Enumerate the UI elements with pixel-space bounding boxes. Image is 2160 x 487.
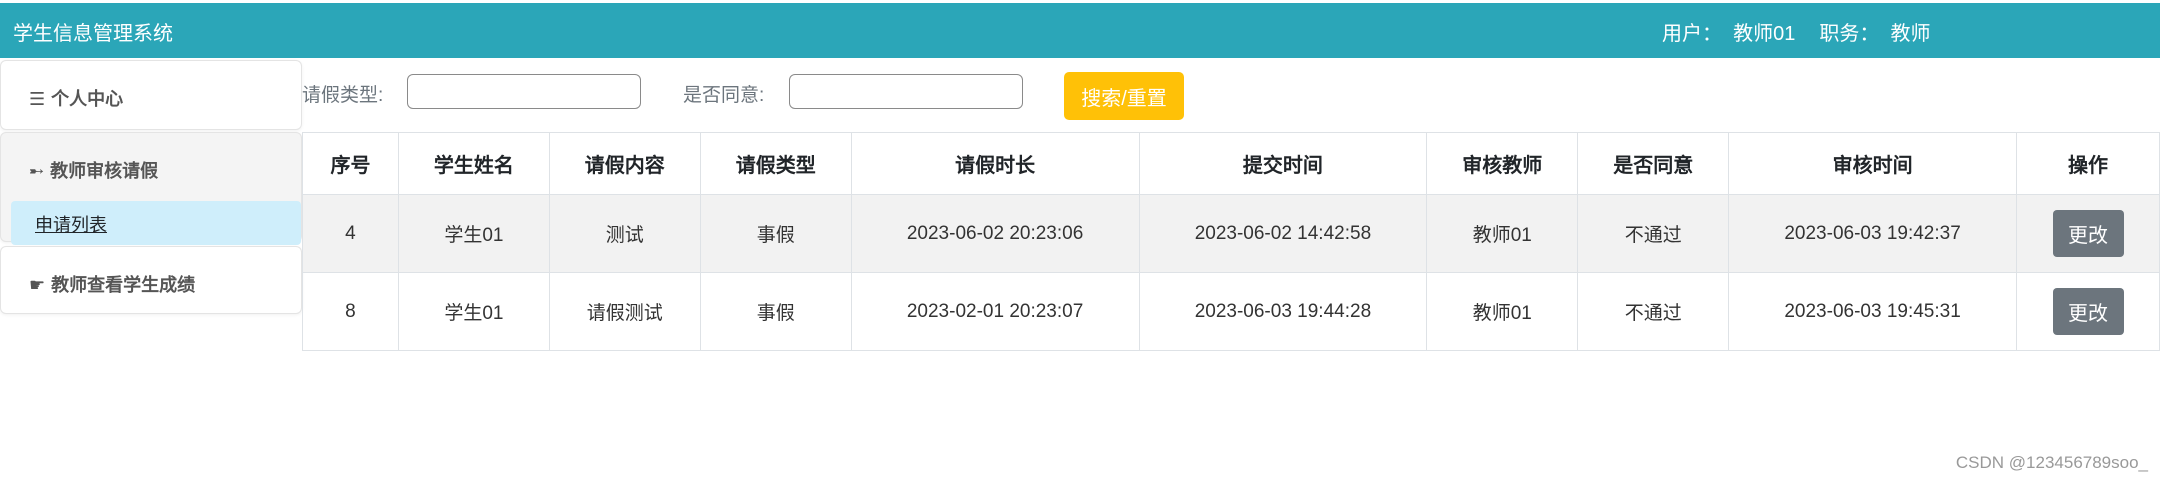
cell-leave-duration: 2023-06-02 20:23:06 (850, 194, 1140, 273)
table-row: 4 学生01 测试 事假 2023-06-02 20:23:06 2023-06… (302, 194, 2160, 273)
cell-leave-type: 事假 (699, 194, 852, 273)
user-info: 用户： 教师01 职务： 教师 (1662, 17, 1954, 46)
cell-leave-type: 事假 (699, 272, 852, 351)
filter-bar: 请假类型: 是否同意: 搜索/重置 (302, 58, 2160, 132)
arrow-icon: ➸ (29, 161, 45, 181)
cell-review-teacher: 教师01 (1426, 194, 1579, 273)
sidebar-item-label: 教师查看学生成绩 (51, 275, 196, 295)
column-header: 请假内容 (548, 132, 701, 195)
leave-type-input[interactable] (407, 74, 641, 109)
column-header: 操作 (2016, 132, 2160, 195)
approve-input[interactable] (789, 74, 1023, 109)
watermark: CSDN @123456789soo_ (1955, 453, 2148, 472)
table-header-row: 序号 学生姓名 请假内容 请假类型 请假时长 提交时间 审核教师 是否同意 审核… (302, 132, 2160, 195)
pointing-hand-icon: ☛ (29, 275, 46, 295)
user-name: 用户： 教师01 (1662, 23, 1796, 45)
cell-leave-content: 测试 (548, 194, 701, 273)
column-header: 请假类型 (699, 132, 852, 195)
column-header: 提交时间 (1138, 132, 1428, 195)
leave-type-label: 请假类型: (302, 85, 384, 106)
sidebar-item-label: 教师审核请假 (50, 161, 159, 181)
edit-button[interactable]: 更改 (2052, 210, 2124, 257)
column-header: 审核时间 (1728, 132, 2017, 195)
cell-student-name: 学生01 (397, 194, 550, 273)
cell-leave-content: 请假测试 (548, 272, 701, 351)
cell-action: 更改 (2016, 272, 2160, 351)
search-reset-button[interactable]: 搜索/重置 (1064, 72, 1184, 120)
column-header: 是否同意 (1577, 132, 1730, 195)
cell-index: 8 (302, 272, 399, 351)
column-header: 审核教师 (1426, 132, 1579, 195)
sidebar-item-student-scores[interactable]: ☛ 教师查看学生成绩 (0, 246, 302, 314)
cell-review-teacher: 教师01 (1426, 272, 1579, 351)
cell-index: 4 (302, 194, 399, 273)
sidebar-item-leave-review[interactable]: ➸ 教师审核请假 申请列表 (0, 132, 302, 245)
cell-leave-duration: 2023-02-01 20:23:07 (850, 272, 1140, 351)
column-header: 序号 (302, 132, 399, 195)
edit-button[interactable]: 更改 (2052, 288, 2124, 335)
sidebar-item-personal-center[interactable]: ☰ 个人中心 (0, 60, 302, 130)
cell-approved: 不通过 (1577, 272, 1730, 351)
cell-submit-time: 2023-06-02 14:42:58 (1138, 194, 1428, 273)
column-header: 请假时长 (850, 132, 1140, 195)
menu-icon: ☰ (29, 89, 46, 109)
cell-review-time: 2023-06-03 19:42:37 (1728, 194, 2017, 273)
cell-submit-time: 2023-06-03 19:44:28 (1138, 272, 1428, 351)
sidebar-subitem-label[interactable]: 申请列表 (35, 211, 107, 237)
leave-table: 序号 学生姓名 请假内容 请假类型 请假时长 提交时间 审核教师 是否同意 审核… (302, 132, 2160, 351)
sidebar-subitem-application-list[interactable]: 申请列表 (11, 201, 301, 245)
cell-action: 更改 (2016, 194, 2160, 273)
user-role: 职务： 教师 (1819, 23, 1931, 45)
cell-approved: 不通过 (1577, 194, 1730, 273)
table-row: 8 学生01 请假测试 事假 2023-02-01 20:23:07 2023-… (302, 272, 2160, 351)
sidebar-item-label: 个人中心 (51, 89, 124, 109)
column-header: 学生姓名 (397, 132, 550, 195)
approve-label: 是否同意: (683, 85, 765, 106)
cell-student-name: 学生01 (397, 272, 550, 351)
cell-review-time: 2023-06-03 19:45:31 (1728, 272, 2017, 351)
top-bar: 学生信息管理系统 用户： 教师01 职务： 教师 (0, 0, 2160, 58)
app-title: 学生信息管理系统 (13, 23, 173, 45)
